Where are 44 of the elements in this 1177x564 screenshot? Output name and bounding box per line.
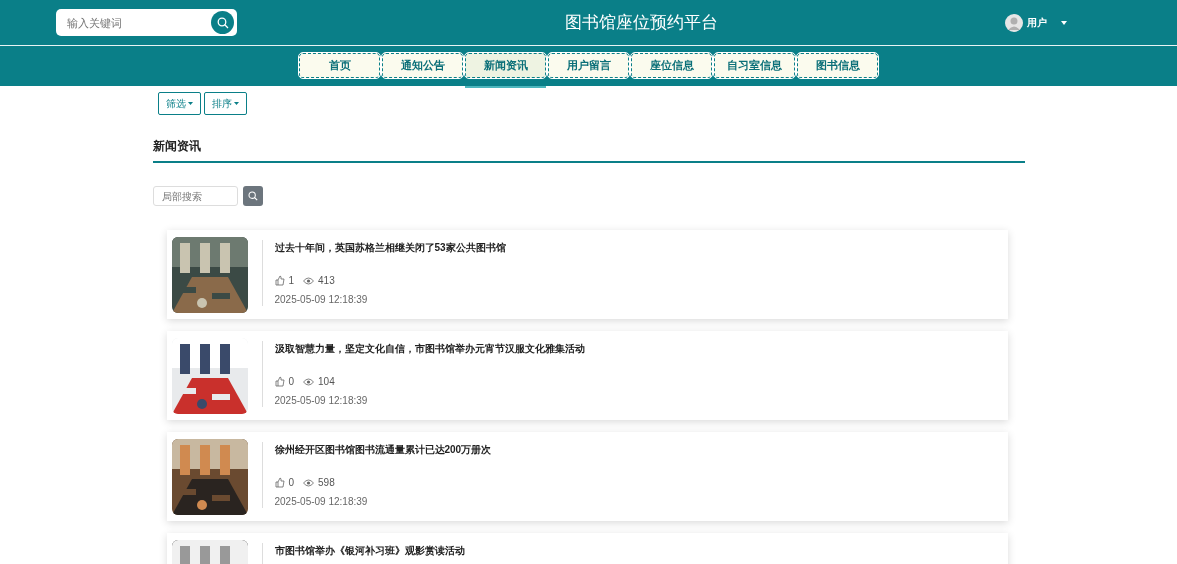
search-button[interactable] [242,186,263,206]
news-card[interactable]: 市图书馆举办《银河补习班》观影赏读活动 [166,533,1008,564]
caret-icon [233,102,239,105]
view-count: 598 [318,477,335,488]
nav-tab[interactable]: 新闻资讯 [465,53,546,78]
caret-icon [187,102,193,105]
news-date: 2025-05-09 12:18:39 [274,294,369,305]
search-field[interactable]: 局部搜索 [152,186,238,206]
view-count: 413 [318,275,335,286]
search-icon [216,16,229,29]
news-title[interactable]: 徐州经开区图书馆图书流通量累计已达200万册次 [274,443,492,457]
dropdown-button[interactable]: 排序 [203,92,247,115]
news-title[interactable]: 过去十年间，英国苏格兰相继关闭了53家公共图书馆 [274,241,506,255]
news-title[interactable]: 汲取智慧力量，坚定文化自信，市图书馆举办元宵节汉服文化雅集活动 [274,342,585,356]
nav-tab[interactable]: 自习室信息 [714,53,795,78]
eye-icon [303,478,315,487]
nav-tab[interactable]: 用户留言 [548,53,629,78]
nav-tab[interactable]: 通知公告 [382,53,463,78]
nav-tab[interactable]: 图书信息 [797,53,878,78]
search-icon [247,191,258,201]
like-count: 0 [288,477,295,488]
eye-icon [303,377,315,386]
thumbs-up-icon [274,376,285,387]
news-card[interactable]: 徐州经开区图书馆图书流通量累计已达200万册次 0 598 2025-05-09 12:18:39 [166,432,1008,521]
avatar-icon[interactable] [1005,13,1023,32]
thumbs-up-icon [274,275,285,286]
thumbs-up-icon [274,477,285,488]
search-field[interactable]: 输入关键词 [56,9,237,36]
nav-tab[interactable]: 首页 [299,53,380,78]
dropdown-button[interactable]: 筛选 [157,92,201,115]
news-card[interactable]: 过去十年间，英国苏格兰相继关闭了53家公共图书馆 1 413 2025-05-09 12:18:39 [166,230,1008,319]
section-title: 新闻资讯 [152,138,202,155]
news-date: 2025-05-09 12:18:39 [274,395,369,406]
news-card[interactable]: 汲取智慧力量，坚定文化自信，市图书馆举办元宵节汉服文化雅集活动 0 104 2025-05-09 12:18:39 [166,331,1008,420]
caret-icon[interactable] [1061,20,1067,25]
nav-tab[interactable]: 座位信息 [631,53,712,78]
news-date: 2025-05-09 12:18:39 [274,496,369,507]
like-count: 1 [288,275,295,286]
news-title[interactable]: 市图书馆举办《银河补习班》观影赏读活动 [274,544,465,558]
user-name[interactable]: 用户 [1027,15,1047,30]
eye-icon [303,276,315,285]
like-count: 0 [288,376,295,387]
site-title: 图书馆座位预约平台 [563,12,719,34]
view-count: 104 [318,376,335,387]
